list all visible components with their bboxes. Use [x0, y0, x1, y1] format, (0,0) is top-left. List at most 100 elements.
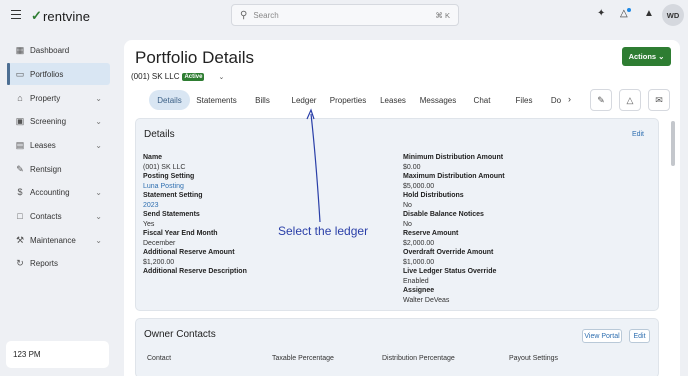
- page-title: Portfolio Details: [135, 48, 255, 67]
- column-header-payout: Payout Settings: [509, 355, 559, 362]
- tab-files[interactable]: Files: [512, 90, 536, 110]
- field-label: Posting Setting: [143, 173, 195, 180]
- tab-statements[interactable]: Statements: [194, 90, 239, 110]
- chevron-down-icon: ⌄: [95, 116, 102, 126]
- sidebar-item-portfolios[interactable]: ▭ Portfolios: [7, 63, 110, 85]
- field-label: Additional Reserve Description: [143, 268, 247, 275]
- mail-icon[interactable]: ✉: [648, 89, 670, 111]
- sidebar-item-leases[interactable]: ▤ Leases ⌄: [8, 134, 110, 156]
- chevron-down-icon: ⌄: [95, 211, 102, 221]
- announcement-icon[interactable]: ▲: [644, 8, 654, 19]
- field-value: December: [143, 239, 176, 247]
- chevron-down-icon: ⌄: [95, 235, 102, 245]
- field-reserve-amount: Reserve Amount $2,000.00: [403, 229, 458, 248]
- posting-setting-link[interactable]: Luna Posting: [143, 182, 194, 192]
- wrench-icon: ⚒: [15, 234, 25, 245]
- field-value: $0.00: [403, 163, 421, 171]
- brand-mark-icon: ✓: [31, 8, 42, 23]
- main-panel: Portfolio Details (001) SK LLC Active ⌄ …: [124, 40, 680, 376]
- tab-ledger[interactable]: Ledger: [287, 90, 321, 110]
- sidebar-item-label: Rentsign: [30, 164, 62, 174]
- dashboard-icon: ▦: [15, 44, 25, 55]
- sidebar-item-screening[interactable]: ▣ Screening ⌄: [8, 110, 110, 132]
- sparkle-icon[interactable]: ✦: [597, 8, 605, 19]
- scrollbar[interactable]: [671, 121, 675, 166]
- dollar-icon: $: [17, 187, 23, 197]
- annotation-text: Select the ledger: [278, 224, 369, 238]
- tab-bills[interactable]: Bills: [250, 90, 275, 110]
- sidebar: ▦ Dashboard ▭ Portfolios ⌂ Property ⌄ ▣ …: [0, 34, 118, 376]
- details-title: Details: [144, 129, 175, 140]
- field-label: Minimum Distribution Amount: [403, 154, 504, 161]
- field-value: No: [403, 220, 412, 228]
- edit-note-icon[interactable]: ✎: [590, 89, 612, 111]
- sidebar-item-label: Maintenance: [30, 235, 76, 245]
- column-header-contact: Contact: [147, 355, 172, 362]
- field-label: Disable Balance Notices: [403, 211, 484, 218]
- sidebar-item-label: Reports: [30, 258, 59, 268]
- top-bar: ✓ rentvine ⚲ Search ⌘ K ✦ △ ▲ WD: [0, 0, 688, 34]
- sidebar-item-contacts[interactable]: □ Contacts ⌄: [8, 205, 110, 227]
- sidebar-item-label: Leases: [30, 140, 56, 150]
- view-portal-button[interactable]: View Portal: [582, 329, 622, 343]
- column-header-taxable: Taxable Percentage: [272, 355, 334, 362]
- document-icon: ▤: [15, 139, 25, 150]
- tab-documents[interactable]: Do: [548, 90, 564, 110]
- tab-details[interactable]: Details: [149, 90, 190, 110]
- contacts-icon: □: [17, 211, 23, 221]
- chevron-down-icon: ⌄: [95, 93, 102, 103]
- field-label: Hold Distributions: [403, 192, 464, 199]
- statement-setting-link[interactable]: 2023: [143, 201, 203, 211]
- chevron-down-icon: ⌄: [95, 187, 102, 197]
- field-assignee: Assignee Walter DeVeas: [403, 286, 449, 305]
- sidebar-item-property[interactable]: ⌂ Property ⌄: [8, 87, 110, 109]
- avatar[interactable]: WD: [662, 4, 684, 26]
- field-disable-balance-notices: Disable Balance Notices No: [403, 210, 484, 229]
- sidebar-item-accounting[interactable]: $ Accounting ⌄: [8, 181, 110, 203]
- search-icon: ⚲: [240, 9, 248, 21]
- sidebar-item-maintenance[interactable]: ⚒ Maintenance ⌄: [8, 229, 110, 251]
- sidebar-item-label: Portfolios: [30, 69, 64, 79]
- field-value: $5,000.00: [403, 182, 435, 190]
- field-name: Name (001) SK LLC: [143, 153, 185, 172]
- details-edit-link[interactable]: Edit: [632, 131, 644, 138]
- tab-chat[interactable]: Chat: [470, 90, 494, 110]
- field-statement-setting: Statement Setting 2023: [143, 191, 203, 210]
- status-badge: Active: [182, 72, 205, 81]
- sidebar-item-dashboard[interactable]: ▦ Dashboard: [8, 39, 110, 61]
- field-label: Live Ledger Status Override: [403, 268, 497, 275]
- field-label: Reserve Amount: [403, 230, 459, 237]
- search-placeholder: Search: [253, 10, 279, 20]
- field-hold-distributions: Hold Distributions No: [403, 191, 464, 210]
- menu-icon[interactable]: [11, 10, 21, 19]
- building-icon: ⌂: [17, 93, 23, 103]
- field-value: Yes: [143, 220, 155, 228]
- reminder-bell-icon[interactable]: △: [619, 89, 641, 111]
- actions-button[interactable]: Actions ⌄: [622, 47, 671, 66]
- field-live-ledger-status: Live Ledger Status Override Enabled: [403, 267, 496, 286]
- field-fiscal-year-end: Fiscal Year End Month December: [143, 229, 218, 248]
- tab-leases[interactable]: Leases: [377, 90, 409, 110]
- field-label: Maximum Distribution Amount: [403, 173, 505, 180]
- tab-properties[interactable]: Properties: [329, 90, 367, 110]
- search-input[interactable]: ⚲ Search ⌘ K: [231, 4, 459, 26]
- field-value: No: [403, 201, 412, 209]
- chevron-right-icon[interactable]: ›: [568, 94, 571, 104]
- details-card: Details Edit Name (001) SK LLC Posting S…: [135, 118, 659, 311]
- column-header-distribution: Distribution Percentage: [382, 355, 455, 362]
- portfolio-selector[interactable]: (001) SK LLC Active ⌄: [131, 72, 224, 81]
- field-posting-setting: Posting Setting Luna Posting: [143, 172, 194, 191]
- field-minimum-distribution: Minimum Distribution Amount $0.00: [403, 153, 503, 172]
- brand-logo[interactable]: ✓ rentvine: [31, 8, 90, 24]
- field-send-statements: Send Statements Yes: [143, 210, 200, 229]
- field-additional-reserve-amount: Additional Reserve Amount $1,200.00: [143, 248, 235, 267]
- field-label: Fiscal Year End Month: [143, 230, 218, 237]
- tab-messages[interactable]: Messages: [418, 90, 458, 110]
- owner-contacts-edit-button[interactable]: Edit: [629, 329, 650, 343]
- field-value: Walter DeVeas: [403, 296, 450, 304]
- field-value: $1,200.00: [143, 258, 175, 266]
- sidebar-item-label: Accounting: [30, 187, 70, 197]
- sidebar-item-rentsign[interactable]: ✎ Rentsign: [8, 158, 110, 180]
- sidebar-item-reports[interactable]: ↻ Reports: [8, 252, 110, 274]
- chevron-down-icon: ⌄: [218, 73, 225, 81]
